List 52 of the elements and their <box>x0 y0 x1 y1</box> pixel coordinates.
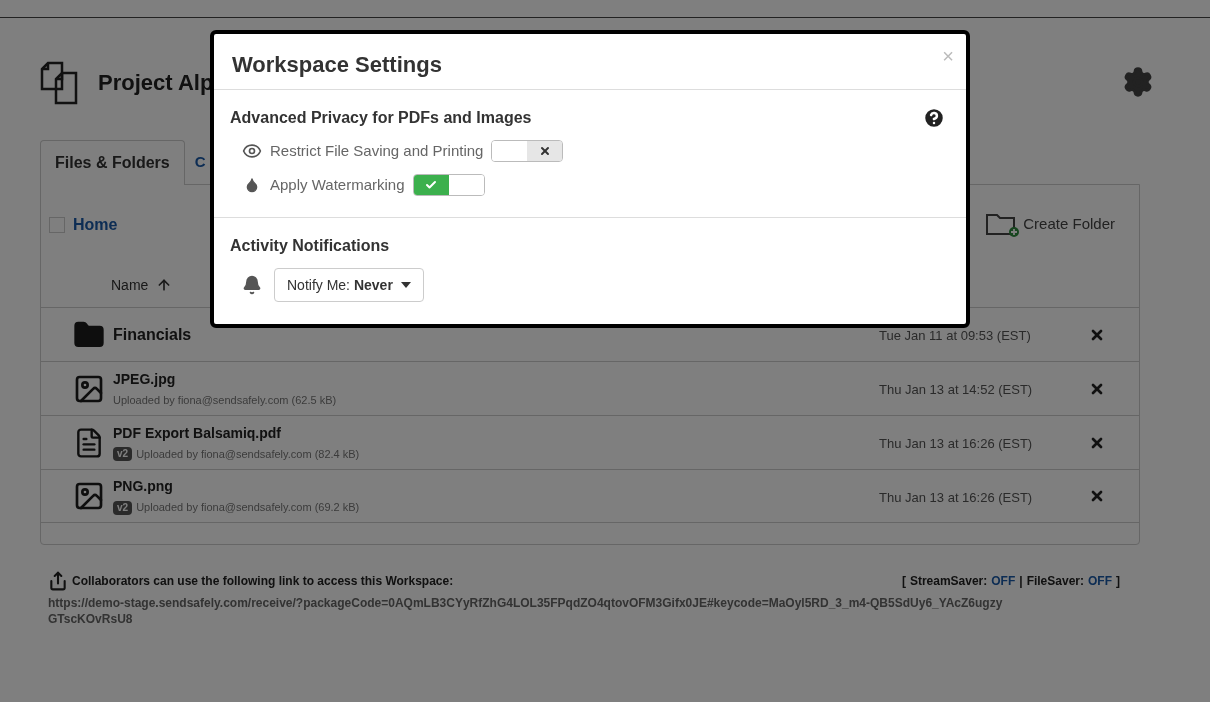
toggle-switch[interactable] <box>491 140 564 162</box>
file-row[interactable]: PNG.png v2 Uploaded by fiona@sendsafely.com (69.2 kB) Thu Jan 13 at 16:26 (EST) <box>41 469 1139 523</box>
file-name: Financials <box>113 324 193 345</box>
droplet-icon <box>244 177 260 193</box>
create-folder-button[interactable]: Create Folder <box>985 211 1115 237</box>
date-cell-text: Tue Jan 11 at 09:53 (EST) <box>879 327 1032 346</box>
column-header[interactable]: Name <box>111 274 149 296</box>
image-file-icon <box>73 480 105 512</box>
saver-label: FileSaver: <box>1026 573 1084 590</box>
setting-label: Apply Watermarking <box>270 174 405 195</box>
date-cell-text: Thu Jan 13 at 16:26 (EST) <box>879 435 1034 454</box>
setting-label: Restrict File Saving and Printing <box>270 140 484 161</box>
workspace-link[interactable]: https://demo-stage.sendsafely.com/receive/?packageCode=0AQmLB3CYyRfZhG4LOL35FPqdZO4qtovOFM3Gifx0JE#keycode=MaOyl5RD_3_m4-QB5SdUy6_YAcZ6ugzy <box>48 595 1132 611</box>
bracket: [ <box>901 573 906 590</box>
section-title: Activity Notifications <box>230 237 390 254</box>
bracket: ] <box>1116 573 1120 590</box>
cross-icon <box>538 145 551 157</box>
toggle-switch[interactable] <box>412 174 485 196</box>
saver-status-link[interactable]: OFF <box>1088 572 1112 590</box>
version-badge: v2 <box>113 447 133 461</box>
saver-status-link[interactable]: OFF <box>991 572 1016 590</box>
check-icon <box>425 179 437 191</box>
tab[interactable]: C <box>184 140 208 184</box>
file-row[interactable]: PDF Export Balsamiq.pdf v2 Uploaded by fiona@sendsafely.com (82.4 kB) Thu Jan 13 at 16:26 (EST) <box>41 415 1139 469</box>
settings-icon[interactable] <box>1122 66 1154 98</box>
folder-plus-icon <box>985 211 1020 237</box>
file-row[interactable]: JPEG.jpg Uploaded by fiona@sendsafely.com (62.5 kB) Thu Jan 13 at 14:52 (EST) <box>41 361 1139 415</box>
upload-info: Uploaded by fiona@sendsafely.com (62.5 kB) <box>113 392 337 408</box>
delete-icon[interactable] <box>1089 488 1105 504</box>
tab[interactable]: Files & Folders <box>40 140 185 185</box>
date-cell-text: Thu Jan 13 at 14:52 (EST) <box>879 381 1034 400</box>
home-link[interactable]: Home <box>73 213 118 237</box>
date-cell-text: Thu Jan 13 at 16:26 (EST) <box>879 488 1034 507</box>
notify-dropdown[interactable]: Notify Me: Never <box>274 268 424 302</box>
version-badge: v2 <box>113 500 133 515</box>
file-name: PNG.png <box>113 477 174 497</box>
caret-icon <box>400 282 411 288</box>
checkbox[interactable] <box>49 217 65 233</box>
share-icon <box>48 571 68 591</box>
file-name: JPEG.jpg <box>113 369 177 389</box>
bell-icon <box>242 275 262 295</box>
eye-icon <box>242 141 262 161</box>
dialog-title: Workspace Settings <box>232 51 442 79</box>
workspace-link[interactable]: GTscKOvRsU8 <box>48 611 1132 627</box>
separator: | <box>1019 573 1023 590</box>
upload-info: Uploaded by fiona@sendsafely.com (82.4 kB) <box>136 446 360 462</box>
file-name: PDF Export Balsamiq.pdf <box>113 423 283 443</box>
help-icon[interactable] <box>922 106 946 130</box>
section-title: Advanced Privacy for PDFs and Images <box>230 108 532 128</box>
upload-info: Uploaded by fiona@sendsafely.com (69.2 kB) <box>136 500 360 516</box>
collaborators-message: Collaborators can use the following link to access this Workspace: <box>72 573 454 590</box>
saver-label: StreamSaver: <box>909 573 988 590</box>
